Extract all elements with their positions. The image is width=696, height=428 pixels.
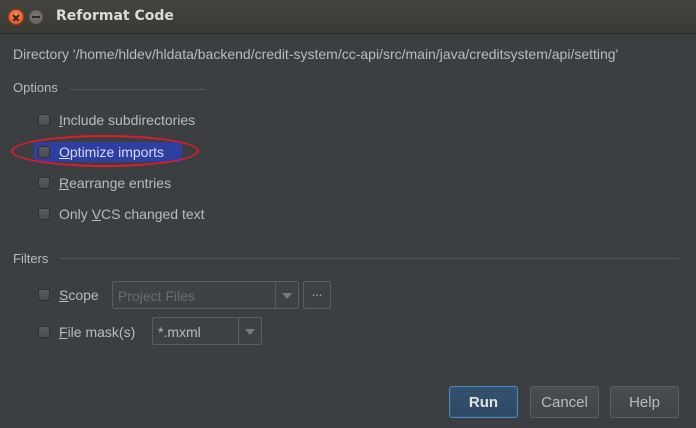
checkbox-box[interactable] (38, 326, 50, 338)
options-group-label: Options (13, 80, 58, 95)
run-button[interactable]: Run (449, 386, 518, 418)
rearrange-entries-checkbox[interactable]: Rearrange entries (38, 173, 171, 193)
filters-separator (60, 258, 679, 259)
file-mask-label: File mask(s) (59, 324, 136, 340)
chevron-down-icon[interactable] (275, 282, 298, 308)
rearrange-entries-label: Rearrange entries (59, 175, 172, 191)
checkbox-box[interactable] (38, 208, 50, 220)
scope-select[interactable]: Project Files (112, 281, 299, 309)
directory-path: Directory '/home/hldev/hldata/backend/cr… (13, 46, 619, 62)
minimize-window-icon[interactable] (28, 9, 44, 25)
include-subdirectories-label: Include subdirectories (59, 112, 196, 128)
dialog-title: Reformat Code (56, 8, 174, 24)
file-mask-checkbox[interactable]: File mask(s) (38, 322, 135, 342)
checkbox-box[interactable] (38, 114, 50, 126)
annotation-oval (11, 135, 199, 167)
filters-group-label: Filters (13, 251, 49, 266)
options-separator (70, 89, 206, 90)
include-subdirectories-checkbox[interactable]: Include subdirectories (38, 110, 195, 130)
title-bar: Reformat Code (0, 0, 696, 34)
help-button[interactable]: Help (610, 386, 679, 418)
only-vcs-changed-label: Only VCS changed text (59, 206, 205, 222)
file-mask-select[interactable]: *.mxml (152, 317, 262, 345)
cancel-button[interactable]: Cancel (530, 386, 599, 418)
scope-browse-button[interactable]: ... (303, 281, 331, 309)
checkbox-box[interactable] (38, 177, 50, 189)
file-mask-value: *.mxml (158, 324, 201, 340)
checkbox-box[interactable] (38, 289, 50, 301)
scope-checkbox[interactable]: Scope (38, 285, 99, 305)
scope-value: Project Files (118, 288, 196, 304)
only-vcs-changed-checkbox[interactable]: Only VCS changed text (38, 204, 205, 224)
chevron-down-icon[interactable] (238, 318, 261, 344)
scope-label: Scope (59, 287, 99, 303)
close-window-icon[interactable] (8, 9, 24, 25)
